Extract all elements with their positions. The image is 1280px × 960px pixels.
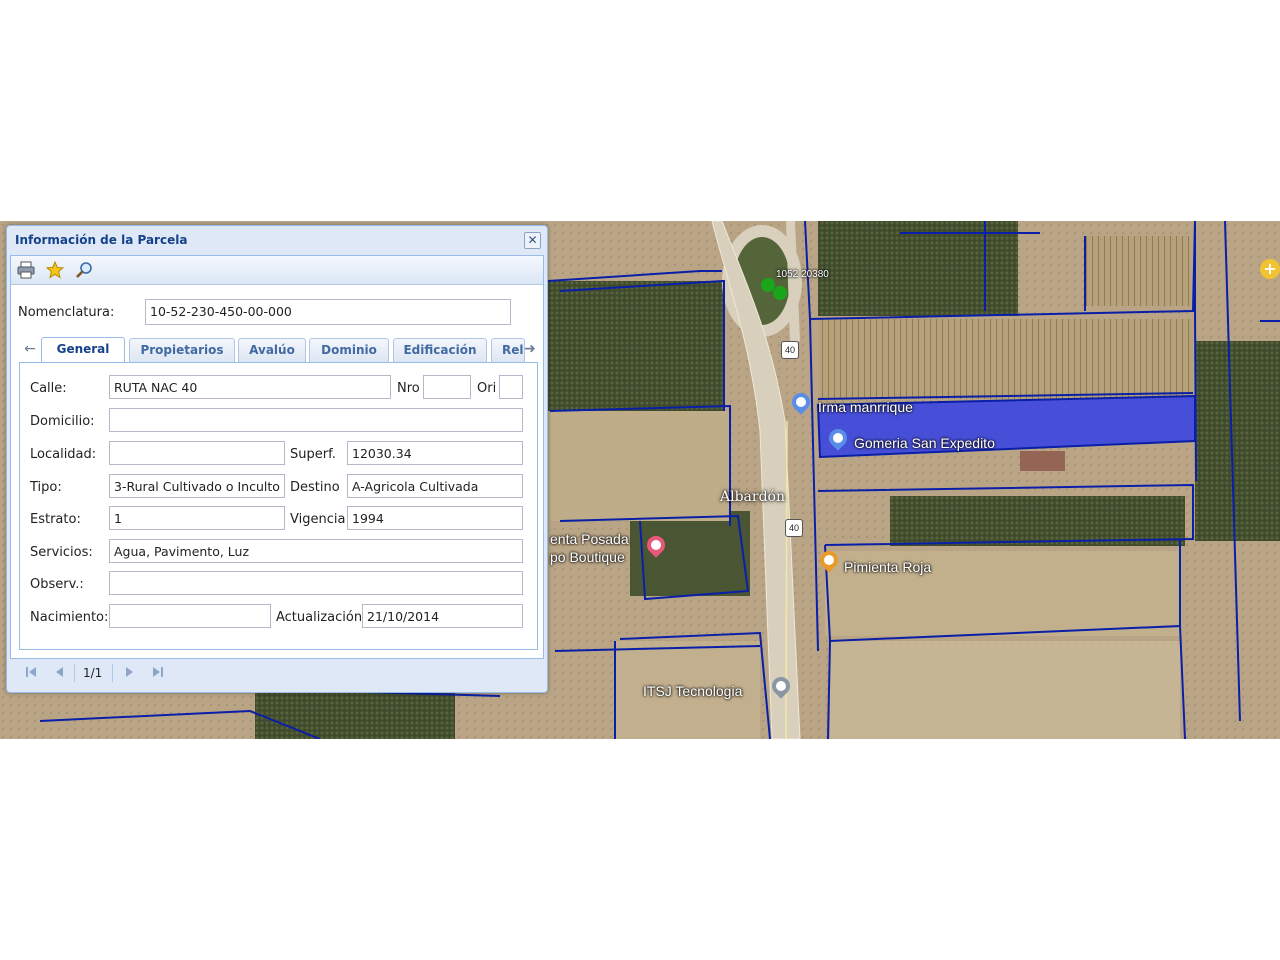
window-title: Información de la Parcela <box>15 233 188 247</box>
print-button[interactable] <box>15 260 37 280</box>
window-body: Nomenclatura: 10-52-230-450-00-000 ← Gen… <box>10 255 544 659</box>
parcel-id-label: 1052 20380 <box>776 269 829 280</box>
route-shield: 40 <box>785 519 803 537</box>
last-page-icon <box>153 667 163 677</box>
servicios-field[interactable]: Agua, Pavimento, Luz <box>109 539 523 563</box>
tab-propietarios[interactable]: Propietarios <box>129 338 235 362</box>
domicilio-label: Domicilio: <box>30 414 95 429</box>
next-page-icon <box>126 667 133 677</box>
search-icon <box>76 262 92 278</box>
page-indicator: 1/1 <box>83 666 103 680</box>
calle-label: Calle: <box>30 381 67 396</box>
route-shield: 40 <box>781 341 799 359</box>
actualizacion-field[interactable]: 21/10/2014 <box>362 604 523 628</box>
destino-label: Destino <box>290 480 340 495</box>
tab-general[interactable]: General <box>41 337 125 363</box>
search-button[interactable] <box>73 260 95 280</box>
tab-scroll-left-button[interactable]: ← <box>19 338 41 362</box>
observ-field[interactable] <box>109 571 523 595</box>
nomenclatura-label: Nomenclatura: <box>18 305 115 320</box>
vigencia-label: Vigencia <box>290 512 346 527</box>
prev-page-button[interactable] <box>52 664 68 680</box>
nomenclatura-field[interactable]: 10-52-230-450-00-000 <box>145 299 511 325</box>
superf-label: Superf. <box>290 447 336 462</box>
star-icon <box>46 261 64 279</box>
tab-avaluo[interactable]: Avalúo <box>238 338 306 362</box>
toolbar <box>11 256 543 285</box>
ori-label: Ori <box>477 381 497 396</box>
domicilio-field[interactable] <box>109 408 523 432</box>
next-page-button[interactable] <box>121 664 137 680</box>
town-label: Albardón <box>720 489 785 505</box>
general-tab-panel: Calle: RUTA NAC 40 Nro Ori Domicilio: Lo… <box>19 362 538 650</box>
calle-field[interactable]: RUTA NAC 40 <box>109 375 391 399</box>
separator <box>74 664 75 682</box>
prev-page-icon <box>56 667 63 677</box>
place-label-irma[interactable]: Irma manrrique <box>818 399 913 415</box>
favorite-button[interactable] <box>44 260 66 280</box>
place-label-pimienta[interactable]: Pimienta Roja <box>844 559 931 575</box>
servicios-label: Servicios: <box>30 545 93 560</box>
place-label-posada-1[interactable]: enta Posada <box>550 531 629 547</box>
add-layer-button[interactable]: + <box>1260 259 1280 279</box>
paging-toolbar: 1/1 <box>10 659 542 687</box>
tab-scroll-right-button[interactable]: ➜ <box>521 338 539 362</box>
actualizacion-label: Actualización <box>276 610 363 625</box>
tab-strip: ← General Propietarios Avalúo Dominio Ed… <box>19 336 539 363</box>
tipo-field[interactable]: 3-Rural Cultivado o Inculto <box>109 474 285 498</box>
tipo-label: Tipo: <box>30 480 62 495</box>
nro-label: Nro <box>397 381 420 396</box>
close-button[interactable]: ✕ <box>524 232 541 249</box>
place-label-itsj[interactable]: ITSJ Tecnologia <box>643 683 742 699</box>
first-page-button[interactable] <box>23 664 39 680</box>
first-page-icon <box>26 667 36 677</box>
superf-field[interactable]: 12030.34 <box>347 441 523 465</box>
tab-edificacion[interactable]: Edificación <box>393 338 487 362</box>
estrato-field[interactable]: 1 <box>109 506 285 530</box>
estrato-label: Estrato: <box>30 512 81 527</box>
window-header[interactable]: Información de la Parcela ✕ <box>7 226 547 254</box>
ori-field[interactable] <box>499 375 523 399</box>
separator <box>112 664 113 682</box>
parcel-info-window[interactable]: Información de la Parcela ✕ Nomenclatura… <box>6 225 548 693</box>
nacimiento-label: Nacimiento: <box>30 610 109 625</box>
observ-label: Observ.: <box>30 577 84 592</box>
destino-field[interactable]: A-Agricola Cultivada <box>347 474 523 498</box>
vigencia-field[interactable]: 1994 <box>347 506 523 530</box>
localidad-field[interactable] <box>109 441 285 465</box>
localidad-label: Localidad: <box>30 447 97 462</box>
place-label-gomeria[interactable]: Gomeria San Expedito <box>854 435 995 451</box>
nacimiento-field[interactable] <box>109 604 271 628</box>
tab-rel[interactable]: Rel <box>491 338 525 362</box>
place-label-posada-2[interactable]: po Boutique <box>550 549 625 565</box>
nro-field[interactable] <box>423 375 471 399</box>
printer-icon <box>17 261 35 279</box>
last-page-button[interactable] <box>150 664 166 680</box>
tab-dominio[interactable]: Dominio <box>309 338 389 362</box>
